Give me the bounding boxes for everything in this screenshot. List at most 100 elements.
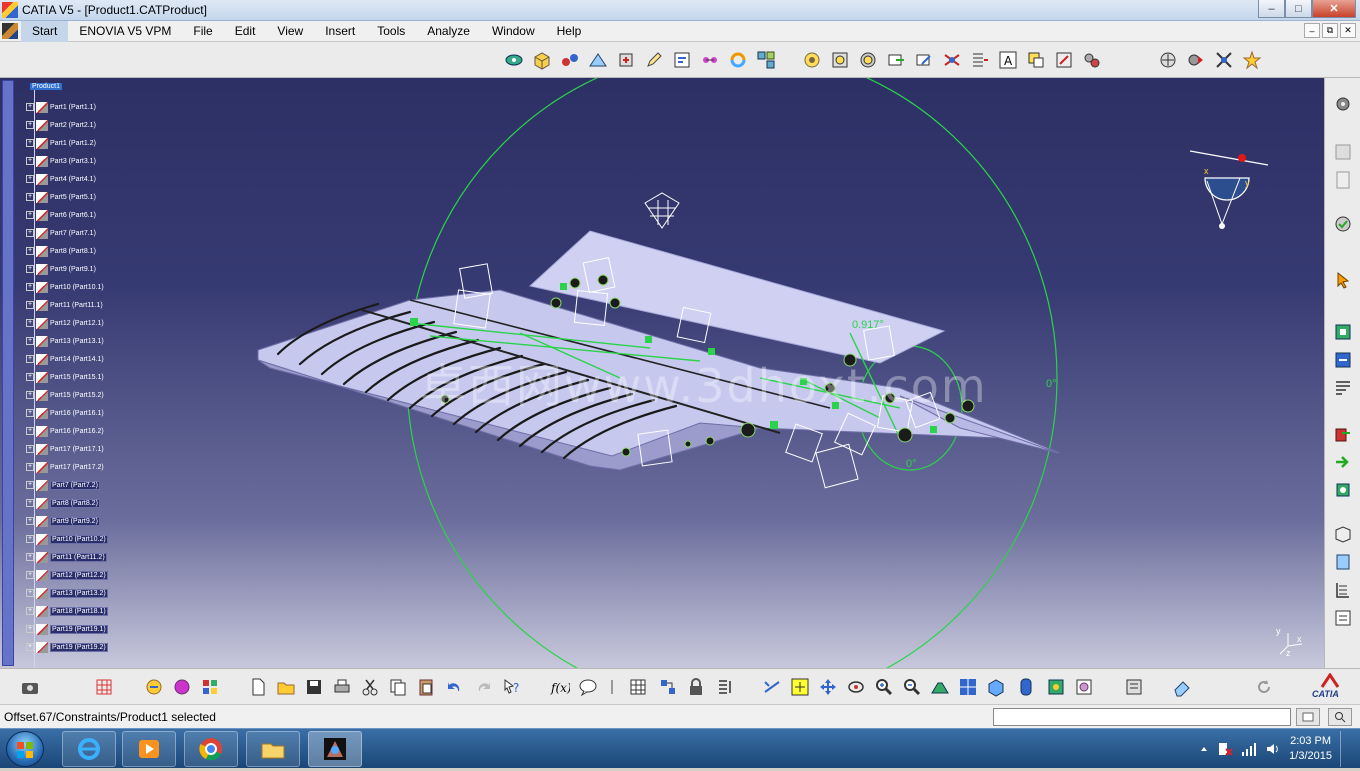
command-input[interactable] (993, 708, 1291, 726)
maximize-button[interactable]: □ (1285, 0, 1312, 18)
tree-expand-toggle[interactable]: + (26, 607, 34, 615)
replace-component-icon[interactable] (616, 50, 636, 70)
tree-node[interactable]: + Part18 (Part18.1) (26, 604, 108, 618)
sketch-analysis-icon[interactable] (716, 677, 736, 697)
change-constraint-icon[interactable] (1026, 50, 1046, 70)
multi-instantiation-icon[interactable] (756, 50, 776, 70)
comment-icon[interactable] (578, 677, 598, 697)
tree-expand-toggle[interactable]: + (26, 499, 34, 507)
tree-expand-toggle[interactable]: + (26, 355, 34, 363)
offset-constraint-icon[interactable] (858, 50, 878, 70)
tree-node[interactable]: + Part5 (Part5.1) (26, 190, 96, 204)
taskbar-chrome[interactable] (184, 731, 238, 767)
show-desktop-button[interactable] (1340, 731, 1352, 767)
clock[interactable]: 2:03 PM 1/3/2015 (1289, 734, 1332, 764)
shading-icon[interactable] (1016, 677, 1036, 697)
tree-expand-toggle[interactable]: + (26, 175, 34, 183)
lock-icon[interactable] (686, 677, 706, 697)
tree-expand-toggle[interactable]: + (26, 553, 34, 561)
tree-node[interactable]: + Part13 (Part13.2) (26, 586, 108, 600)
hide-show-icon[interactable] (1046, 677, 1066, 697)
tree-expand-toggle[interactable]: + (26, 625, 34, 633)
menu-window[interactable]: Window (481, 21, 546, 42)
tree-expand-toggle[interactable]: + (26, 337, 34, 345)
tree-expand-toggle[interactable]: + (26, 571, 34, 579)
tree-expand-toggle[interactable]: + (26, 427, 34, 435)
tree-node[interactable]: + Part9 (Part9.1) (26, 262, 96, 276)
select-cursor-icon[interactable] (1333, 270, 1353, 290)
gear-icon[interactable] (1333, 94, 1353, 114)
tree-expand-toggle[interactable]: + (26, 463, 34, 471)
swap-space-icon[interactable] (1074, 677, 1094, 697)
print-icon-2[interactable] (1124, 677, 1144, 697)
tree-expand-toggle[interactable]: + (26, 139, 34, 147)
tree-node[interactable]: + Part4 (Part4.1) (26, 172, 96, 186)
fix-together-icon[interactable] (942, 50, 962, 70)
taskbar-explorer[interactable] (246, 731, 300, 767)
tree-expand-toggle[interactable]: + (26, 193, 34, 201)
menu-view[interactable]: View (266, 21, 314, 42)
menu-tools[interactable]: Tools (366, 21, 416, 42)
tree-node[interactable]: + Part9 (Part9.2) (26, 514, 100, 528)
tree-expand-toggle[interactable]: + (26, 265, 34, 273)
close-button[interactable]: ✕ (1312, 0, 1356, 18)
paste-icon[interactable] (416, 677, 436, 697)
law-icon[interactable] (602, 677, 622, 697)
tree-node[interactable]: + Part3 (Part3.1) (26, 154, 96, 168)
publish-icon[interactable] (1333, 424, 1353, 444)
tree-node[interactable]: + Part17 (Part17.2) (26, 460, 104, 474)
tree-expand-toggle[interactable]: + (26, 121, 34, 129)
save-icon[interactable] (304, 677, 324, 697)
snap-icon[interactable] (1186, 50, 1206, 70)
print-icon[interactable] (332, 677, 352, 697)
tree-node[interactable]: + Part1 (Part1.2) (26, 136, 96, 150)
existing-component-icon[interactable] (532, 50, 552, 70)
tree-node[interactable]: + Part11 (Part11.2) (26, 550, 107, 564)
cut-icon[interactable] (360, 677, 380, 697)
undo-icon[interactable] (444, 677, 464, 697)
copy-icon[interactable] (388, 677, 408, 697)
taskbar-internet-explorer[interactable] (62, 731, 116, 767)
menu-analyze[interactable]: Analyze (416, 21, 481, 42)
table-icon[interactable] (628, 677, 648, 697)
tree-node[interactable]: + Part11 (Part11.1) (26, 298, 103, 312)
tree-expand-toggle[interactable]: + (26, 535, 34, 543)
network-icon[interactable] (1241, 741, 1257, 757)
taskbar-catia[interactable] (308, 731, 362, 767)
tree-node[interactable]: + Part12 (Part12.1) (26, 316, 104, 330)
grid-icon[interactable] (94, 677, 114, 697)
tree-node[interactable]: + Part19 (Part19.1) (26, 622, 108, 636)
whats-this-icon[interactable]: ? (502, 677, 522, 697)
tree-expand-toggle[interactable]: + (26, 481, 34, 489)
iso-view-icon[interactable] (986, 677, 1006, 697)
tree-node[interactable]: + Part15 (Part15.1) (26, 370, 104, 384)
tree-node[interactable]: + Part15 (Part15.2) (26, 388, 104, 402)
doc-restore-button[interactable]: ⧉ (1322, 23, 1338, 38)
catia-menu-icon[interactable] (2, 23, 18, 39)
normal-view-icon[interactable] (930, 677, 950, 697)
minimize-button[interactable]: ‒ (1258, 0, 1285, 18)
component-icon[interactable] (1333, 552, 1353, 572)
tree-expand-toggle[interactable]: + (26, 589, 34, 597)
tree-expand-toggle[interactable]: + (26, 103, 34, 111)
bom-icon[interactable] (1333, 322, 1353, 342)
menu-start[interactable]: Start (21, 20, 69, 42)
tree-expand-toggle[interactable]: + (26, 211, 34, 219)
export-icon[interactable] (1333, 480, 1353, 500)
design-table-icon[interactable] (200, 677, 220, 697)
tree-node[interactable]: + Part19 (Part19.2) (26, 640, 108, 654)
coincidence-constraint-icon[interactable] (802, 50, 822, 70)
angle-label-1[interactable]: 0.917° (852, 319, 884, 331)
tree-expand-toggle[interactable]: + (26, 229, 34, 237)
tree-node[interactable]: + Part8 (Part8.1) (26, 244, 96, 258)
manipulation-icon[interactable] (1158, 50, 1178, 70)
volume-icon[interactable] (1265, 741, 1281, 757)
tree-expand-toggle[interactable]: + (26, 301, 34, 309)
tree-node[interactable]: + Part16 (Part16.2) (26, 424, 104, 438)
taskbar-media-player[interactable] (122, 731, 176, 767)
catalog-icon[interactable] (144, 677, 164, 697)
quick-constraint-icon[interactable] (970, 50, 990, 70)
redo-icon[interactable] (474, 677, 494, 697)
tree-node[interactable]: + Part14 (Part14.1) (26, 352, 104, 366)
new-component-icon[interactable] (560, 50, 580, 70)
